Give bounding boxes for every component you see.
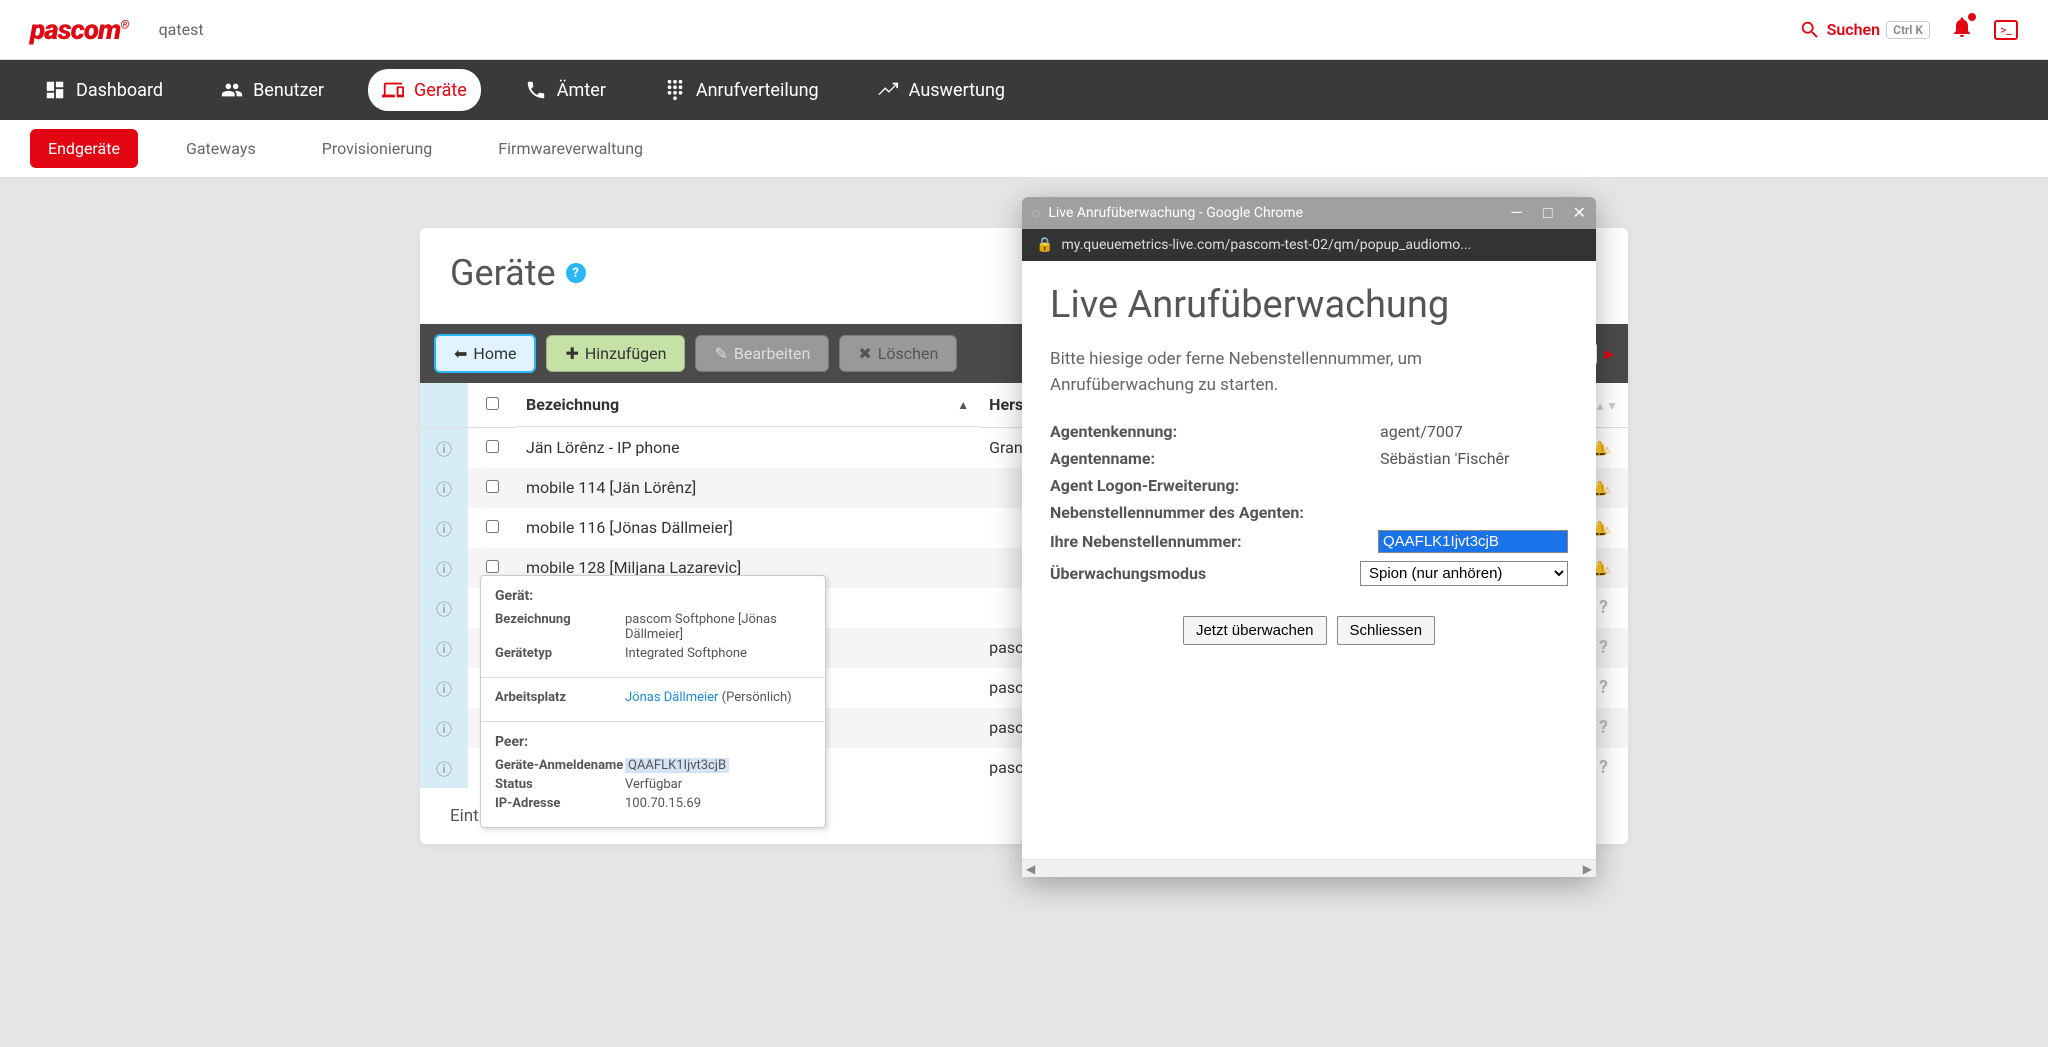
dialpad-icon [664, 79, 686, 101]
nav-dashboard[interactable]: Dashboard [30, 69, 177, 111]
nav-routing[interactable]: Anrufverteilung [650, 69, 833, 111]
workplace-link[interactable]: Jönas Dällmeier [625, 690, 718, 705]
monitor-now-button[interactable]: Jetzt überwachen [1183, 616, 1327, 645]
plus-icon: ✚ [565, 344, 578, 363]
info-icon[interactable]: ⓘ [436, 680, 452, 699]
monitor-popup-window: ◌ Live Anrufüberwachung - Google Chrome … [1022, 197, 1596, 877]
bell-icon [1950, 15, 1974, 39]
device-tooltip: Gerät: Bezeichnungpascom Softphone [Jöna… [480, 575, 826, 828]
row-checkbox[interactable] [486, 560, 499, 573]
pencil-icon: ✎ [714, 344, 727, 363]
info-icon[interactable]: ⓘ [436, 760, 452, 779]
nav-devices[interactable]: Geräte [368, 69, 481, 111]
tooltip-section-device: Gerät: [495, 588, 811, 604]
info-icon[interactable]: ⓘ [436, 480, 452, 499]
cell-bezeichnung: Jän Lörênz - IP phone [516, 427, 979, 468]
terminal-icon[interactable]: >_ [1994, 20, 2018, 40]
devices-icon [382, 79, 404, 101]
info-icon[interactable]: ⓘ [436, 640, 452, 659]
status-unknown-icon: ? [1599, 717, 1608, 738]
col-header-bezeichnung[interactable]: Bezeichnung▲ [516, 383, 979, 427]
tooltip-section-peer: Peer: [495, 734, 811, 750]
search-icon [1799, 19, 1821, 41]
subnav-gateways[interactable]: Gateways [168, 129, 274, 168]
help-icon[interactable]: ? [566, 263, 586, 283]
arrow-left-icon: ⬅ [454, 344, 467, 363]
nav-analytics[interactable]: Auswertung [863, 69, 1019, 111]
popup-description: Bitte hiesige oder ferne Nebenstellennum… [1050, 347, 1568, 398]
delete-button[interactable]: ✖Löschen [839, 335, 957, 372]
analytics-icon [877, 79, 899, 101]
add-button[interactable]: ✚Hinzufügen [546, 335, 685, 372]
nav-users[interactable]: Benutzer [207, 69, 338, 111]
triangle-icon: ▶ [1605, 347, 1614, 361]
popup-title: Live Anrufüberwachung [1050, 283, 1568, 327]
row-checkbox[interactable] [486, 480, 499, 493]
subnav-provisioning[interactable]: Provisionierung [304, 129, 451, 168]
popup-close-button[interactable]: Schliessen [1337, 616, 1436, 645]
row-checkbox[interactable] [486, 440, 499, 453]
edit-button[interactable]: ✎Bearbeiten [695, 335, 829, 372]
nav-trunks[interactable]: Ämter [511, 69, 620, 111]
window-close-icon[interactable]: ✕ [1573, 203, 1586, 223]
dashboard-icon [44, 79, 66, 101]
users-icon [221, 79, 243, 101]
subnav-firmware[interactable]: Firmwareverwaltung [480, 129, 661, 168]
search-shortcut: Ctrl K [1886, 21, 1930, 39]
x-icon: ✖ [858, 344, 871, 363]
chrome-icon: ◌ [1032, 205, 1040, 222]
status-unknown-icon: ? [1599, 677, 1608, 698]
monitor-mode-select[interactable]: Spion (nur anhören) [1360, 561, 1568, 586]
status-unknown-icon: ? [1599, 757, 1608, 778]
popup-url-bar: 🔒 my.queuemetrics-live.com/pascom-test-0… [1022, 229, 1596, 261]
window-maximize-icon[interactable]: □ [1543, 203, 1553, 223]
cell-bezeichnung: mobile 114 [Jän Lörênz] [516, 468, 979, 508]
global-search-button[interactable]: Suchen Ctrl K [1799, 19, 1930, 41]
status-unknown-icon: ? [1599, 597, 1608, 618]
info-icon[interactable]: ⓘ [436, 600, 452, 619]
row-checkbox[interactable] [486, 520, 499, 533]
search-label: Suchen [1827, 20, 1881, 39]
sort-asc-icon: ▲ [957, 398, 969, 412]
tenant-name: qatest [159, 20, 204, 39]
info-icon[interactable]: ⓘ [436, 560, 452, 579]
phone-icon [525, 79, 547, 101]
lock-icon: 🔒 [1036, 237, 1053, 253]
subnav-endpoints[interactable]: Endgeräte [30, 129, 138, 168]
brand-logo: pascom® [30, 13, 129, 46]
popup-scrollbar[interactable]: ◀▶ [1022, 859, 1596, 877]
extension-input[interactable] [1378, 530, 1568, 553]
status-unknown-icon: ? [1599, 637, 1608, 658]
popup-titlebar[interactable]: ◌ Live Anrufüberwachung - Google Chrome … [1022, 197, 1596, 229]
info-icon[interactable]: ⓘ [436, 720, 452, 739]
info-icon[interactable]: ⓘ [436, 440, 452, 459]
info-icon[interactable]: ⓘ [436, 520, 452, 539]
home-button[interactable]: ⬅Home [434, 334, 536, 373]
notifications-icon[interactable] [1950, 15, 1974, 45]
select-all-checkbox[interactable] [486, 397, 499, 410]
window-minimize-icon[interactable]: — [1510, 203, 1523, 223]
cell-bezeichnung: mobile 116 [Jönas Dällmeier] [516, 508, 979, 548]
